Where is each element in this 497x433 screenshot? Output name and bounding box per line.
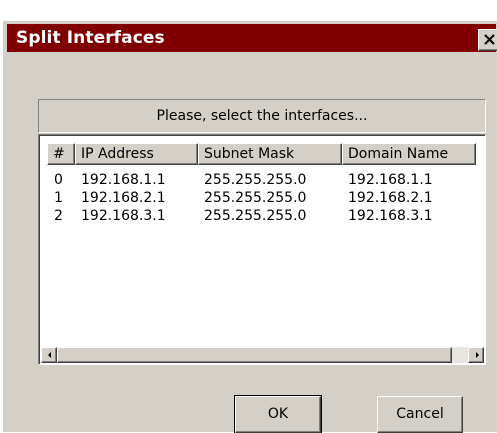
column-header-ip-address[interactable]: IP Address xyxy=(75,143,198,165)
row-number: 1 xyxy=(54,190,63,206)
ok-button[interactable]: OK xyxy=(234,395,322,433)
row-domain-name: 192.168.1.1 xyxy=(348,172,433,188)
column-header-subnet-mask[interactable]: Subnet Mask xyxy=(198,143,342,165)
arrow-left-icon xyxy=(48,352,51,358)
horizontal-scrollbar[interactable] xyxy=(41,347,484,363)
cancel-button[interactable]: Cancel xyxy=(377,396,463,433)
interfaces-list[interactable]: # IP Address Subnet Mask Domain Name 0 1… xyxy=(38,134,486,365)
close-icon xyxy=(484,34,495,45)
scroll-right-button[interactable] xyxy=(468,347,484,363)
row-ip-address: 192.168.1.1 xyxy=(81,172,166,188)
row-subnet-mask: 255.255.255.0 xyxy=(204,190,307,206)
column-header-domain-name[interactable]: Domain Name xyxy=(342,143,476,165)
arrow-right-icon xyxy=(476,352,479,358)
scroll-thumb[interactable] xyxy=(57,347,452,363)
column-header-number[interactable]: # xyxy=(47,143,75,165)
row-domain-name: 192.168.3.1 xyxy=(348,208,433,224)
row-subnet-mask: 255.255.255.0 xyxy=(204,208,307,224)
split-interfaces-dialog: Split Interfaces Please, select the inte… xyxy=(2,20,497,433)
row-subnet-mask: 255.255.255.0 xyxy=(204,172,307,188)
instruction-text: Please, select the interfaces... xyxy=(156,108,368,124)
row-number: 2 xyxy=(54,208,63,224)
row-ip-address: 192.168.2.1 xyxy=(81,190,166,206)
window-title: Split Interfaces xyxy=(16,28,165,48)
close-button[interactable] xyxy=(478,29,497,51)
title-bar[interactable]: Split Interfaces xyxy=(7,24,497,52)
row-ip-address: 192.168.3.1 xyxy=(81,208,166,224)
row-domain-name: 192.168.2.1 xyxy=(348,190,433,206)
row-number: 0 xyxy=(54,172,63,188)
scroll-left-button[interactable] xyxy=(41,347,57,363)
instruction-panel: Please, select the interfaces... xyxy=(38,99,486,133)
